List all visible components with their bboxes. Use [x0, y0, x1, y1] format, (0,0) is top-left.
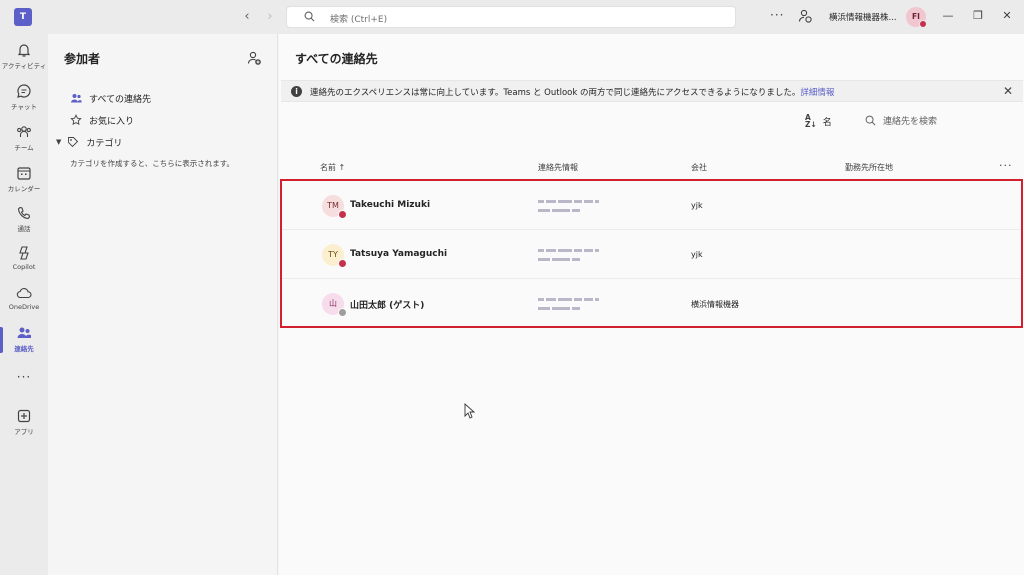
add-app-icon — [17, 409, 31, 423]
contact-row[interactable]: 山 山田太郎 (ゲスト) 横浜情報機器 — [282, 279, 1021, 328]
blurred-contact-info — [538, 295, 624, 301]
contact-company: yjk — [691, 201, 703, 210]
presence-badge — [338, 210, 347, 219]
rail-label: チャット — [11, 103, 37, 111]
search-icon — [865, 115, 876, 126]
presence-badge — [919, 20, 927, 28]
column-header-location[interactable]: 勤務先所在地 — [845, 162, 893, 173]
search-icon — [304, 11, 315, 22]
more-options-icon[interactable]: ··· — [770, 8, 784, 22]
rail-label: カレンダー — [7, 185, 41, 193]
main-content: すべての連絡先 i 連絡先のエクスペリエンスは常に向上しています。Teams と… — [279, 34, 1024, 575]
rail-item-onedrive[interactable]: OneDrive — [0, 281, 48, 321]
rail-label: 連絡先 — [14, 345, 34, 353]
teams-logo-icon: T — [14, 8, 32, 26]
people-icon — [17, 327, 31, 338]
contact-search-input[interactable]: 連絡先を検索 — [865, 114, 937, 127]
sort-label: 名 — [822, 117, 832, 128]
side-panel-title: 参加者 — [64, 52, 101, 66]
page-title: すべての連絡先 — [295, 52, 378, 66]
minimize-icon[interactable]: — — [940, 8, 956, 24]
column-header-name[interactable]: 名前 ↑ — [320, 162, 345, 173]
calendar-icon — [17, 167, 31, 180]
contact-company: 横浜情報機器 — [691, 300, 739, 309]
user-avatar[interactable]: FI — [906, 7, 927, 28]
column-header-contact-info[interactable]: 連絡先情報 — [538, 162, 578, 173]
category-hint: カテゴリを作成すると、こちらに表示されます。 — [70, 159, 234, 168]
close-window-icon[interactable]: ✕ — [999, 8, 1015, 24]
rail-item-contacts[interactable]: 連絡先 — [0, 321, 48, 361]
restore-icon[interactable]: ❐ — [970, 8, 986, 24]
rail-item-calendar[interactable]: カレンダー — [0, 161, 48, 201]
search-placeholder: 検索 (Ctrl+E) — [330, 15, 388, 25]
bell-icon — [17, 44, 31, 57]
learn-more-link[interactable]: 詳細情報 — [800, 88, 834, 98]
add-contact-icon[interactable] — [246, 50, 262, 66]
tag-icon — [68, 137, 79, 148]
title-bar: T ‹ › 検索 (Ctrl+E) ··· 横浜情報機器株... FI — ❐ … — [0, 0, 1024, 34]
phone-icon — [17, 206, 31, 220]
contact-name: 山田太郎 (ゲスト) — [350, 301, 425, 311]
contact-name: Tatsuya Yamaguchi — [350, 249, 448, 259]
banner-message: 連絡先のエクスペリエンスは常に向上しています。Teams と Outlook の… — [310, 86, 834, 98]
side-item-favorites[interactable]: お気に入り — [70, 112, 134, 128]
global-search-input[interactable]: 検索 (Ctrl+E) — [286, 6, 736, 28]
people-icon — [71, 94, 82, 103]
forward-arrow-icon[interactable]: › — [263, 9, 277, 25]
rail-label: チーム — [14, 144, 34, 152]
presence-badge — [338, 259, 347, 268]
blurred-contact-info — [538, 255, 590, 261]
more-apps-icon[interactable]: ··· — [0, 370, 48, 384]
blurred-contact-info — [538, 304, 590, 310]
side-item-categories[interactable]: ▼ カテゴリ — [56, 134, 122, 150]
info-banner: i 連絡先のエクスペリエンスは常に向上しています。Teams と Outlook… — [281, 80, 1023, 102]
contact-search-placeholder: 連絡先を検索 — [883, 117, 938, 127]
rail-item-teams[interactable]: チーム — [0, 120, 48, 160]
rail-label: アクティビティ — [1, 62, 47, 70]
caret-down-icon[interactable]: ▼ — [56, 138, 61, 146]
cloud-icon — [16, 288, 32, 299]
rail-label: 通話 — [17, 225, 31, 233]
column-more-icon[interactable]: ··· — [999, 159, 1013, 172]
rail-item-apps[interactable]: アプリ — [0, 404, 48, 444]
blurred-contact-info — [538, 246, 624, 252]
column-header-company[interactable]: 会社 — [691, 162, 707, 173]
close-banner-icon[interactable]: ✕ — [1003, 84, 1013, 98]
rail-item-calls[interactable]: 通話 — [0, 201, 48, 241]
side-item-label: すべての連絡先 — [89, 94, 152, 105]
contact-name: Takeuchi Mizuki — [350, 200, 431, 210]
rail-label: OneDrive — [8, 303, 40, 311]
guest-badge — [338, 308, 347, 317]
rail-item-activity[interactable]: アクティビティ — [0, 38, 48, 78]
avatar-initials: FI — [912, 12, 920, 21]
side-item-label: カテゴリ — [86, 138, 123, 149]
side-item-label: お気に入り — [89, 116, 135, 127]
contact-row[interactable]: TM Takeuchi Mizuki yjk — [282, 181, 1021, 230]
sort-button[interactable]: A Z↓ 名 — [805, 113, 832, 129]
rail-label: Copilot — [12, 263, 36, 271]
info-icon: i — [291, 86, 302, 97]
org-name[interactable]: 横浜情報機器株... — [829, 11, 897, 23]
org-people-icon[interactable] — [798, 9, 812, 23]
mouse-cursor-icon — [464, 403, 476, 419]
contact-company: yjk — [691, 250, 703, 259]
chat-icon — [17, 84, 31, 98]
contact-row[interactable]: TY Tatsuya Yamaguchi yjk — [282, 230, 1021, 279]
banner-text: 連絡先のエクスペリエンスは常に向上しています。Teams と Outlook の… — [310, 88, 801, 98]
back-arrow-icon[interactable]: ‹ — [240, 9, 254, 25]
app-rail: アクティビティ チャット チーム カレンダー 通話 Copilot OneDri… — [0, 34, 48, 575]
rail-item-copilot[interactable]: Copilot — [0, 241, 48, 281]
star-icon — [70, 114, 82, 126]
copilot-icon — [19, 246, 29, 260]
side-panel: 参加者 すべての連絡先 お気に入り ▼ カテゴリ カテゴリを作成すると、こちらに… — [48, 34, 278, 575]
blurred-contact-info — [538, 206, 590, 212]
sort-az-icon: A Z↓ — [805, 113, 817, 129]
rail-item-chat[interactable]: チャット — [0, 79, 48, 119]
blurred-contact-info — [538, 197, 624, 203]
teams-icon — [17, 126, 31, 137]
rail-label: アプリ — [14, 428, 34, 436]
side-item-all-contacts[interactable]: すべての連絡先 — [70, 90, 151, 106]
